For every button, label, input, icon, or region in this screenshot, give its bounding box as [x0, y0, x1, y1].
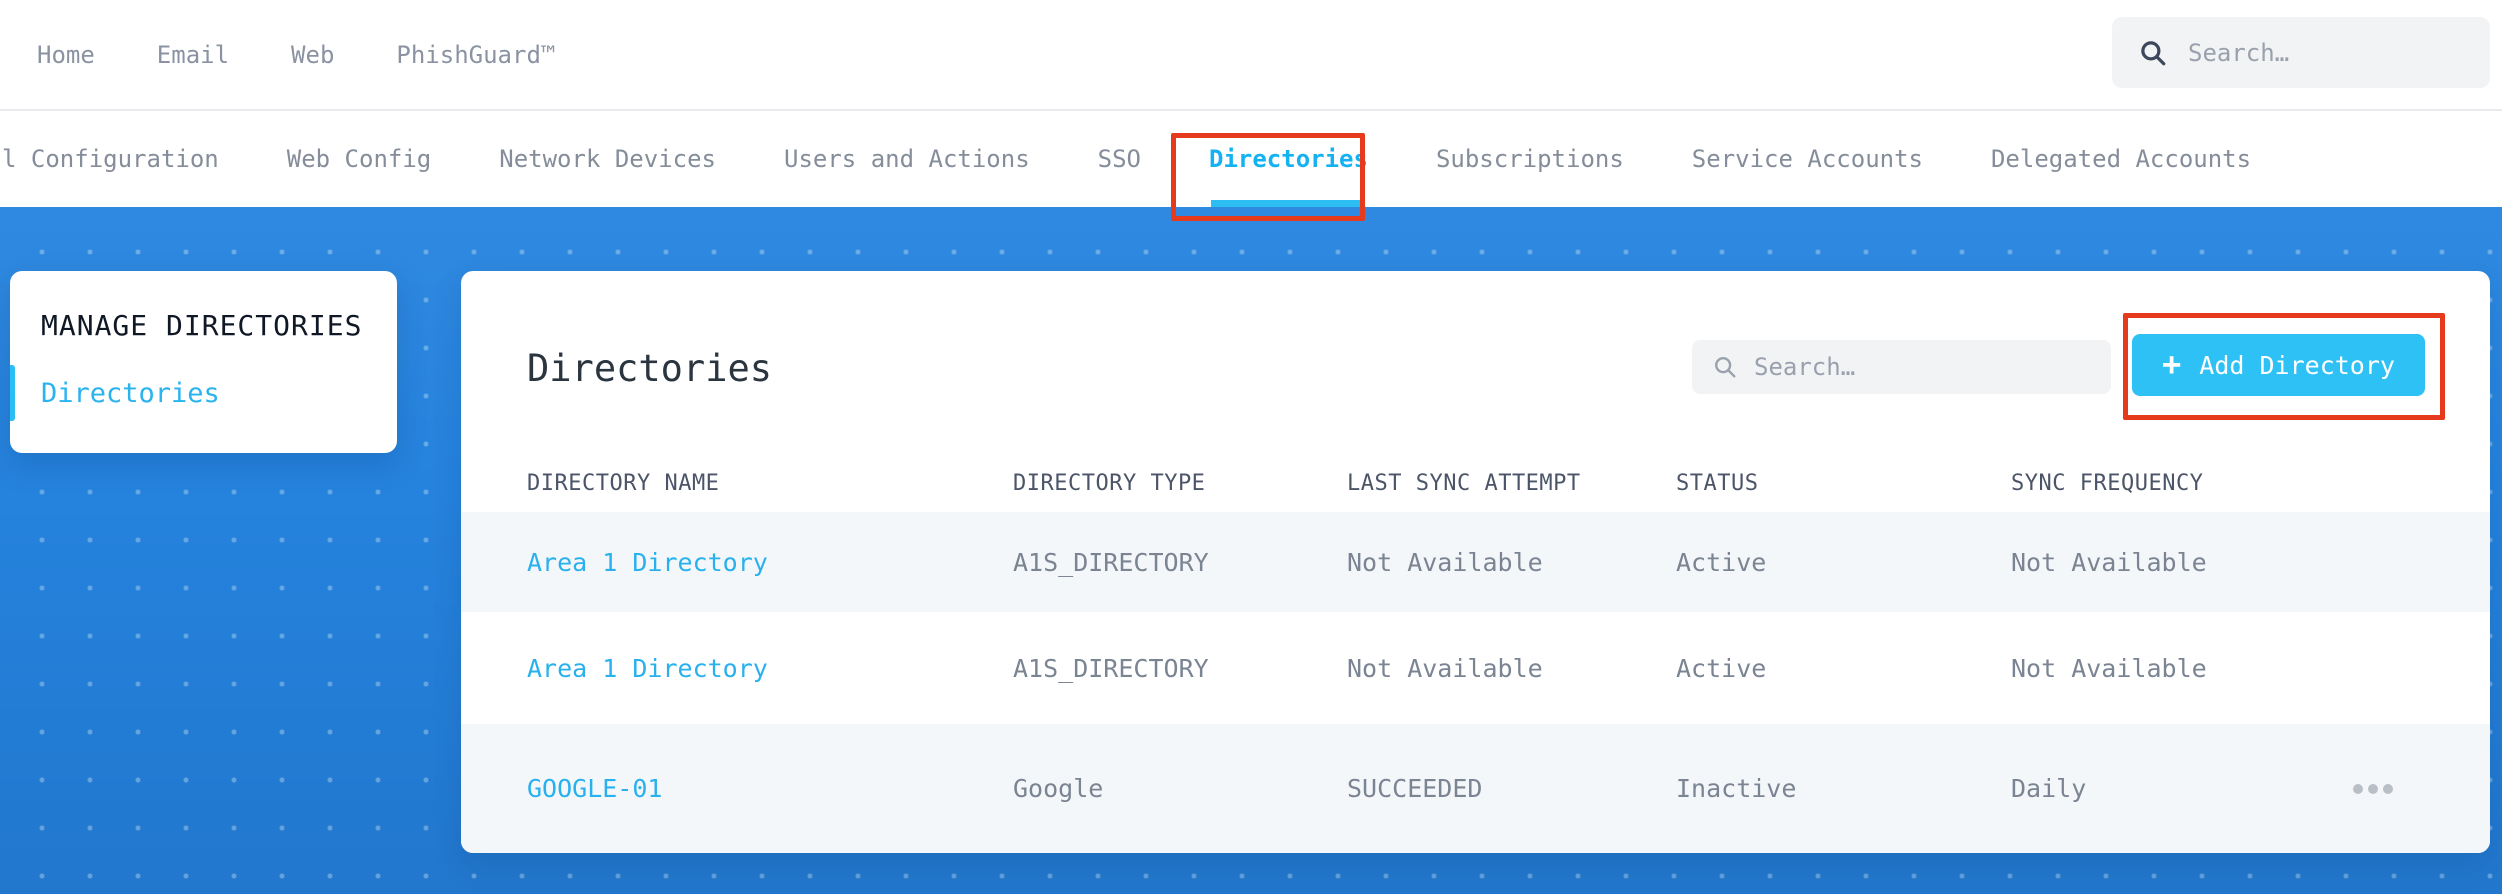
tab-network-devices[interactable]: Network Devices: [499, 111, 716, 207]
add-directory-label: Add Directory: [2199, 350, 2395, 380]
manage-directories-card: MANAGE DIRECTORIES Directories: [10, 271, 397, 453]
tab-delegated-accounts[interactable]: Delegated Accounts: [1991, 111, 2251, 207]
settings-tab-bar: l Configuration Web Config Network Devic…: [0, 111, 2502, 221]
nav-item-web[interactable]: Web: [291, 41, 334, 69]
table-row: GOOGLE-01 Google SUCCEEDED Inactive Dail…: [461, 724, 2490, 853]
last-sync-cell: SUCCEEDED: [1347, 774, 1483, 803]
directory-name-link[interactable]: GOOGLE-01: [527, 774, 1013, 803]
plus-icon: +: [2162, 344, 2182, 383]
sidebar-item-label: Directories: [41, 377, 220, 409]
directory-type-cell: A1S_DIRECTORY: [1013, 547, 1209, 577]
directories-table: DIRECTORY NAME DIRECTORY TYPE LAST SYNC …: [461, 455, 2490, 853]
sync-frequency-cell: Not Available: [2011, 547, 2207, 577]
search-icon: [1715, 357, 1736, 378]
directory-name-link[interactable]: Area 1 Directory: [527, 654, 1013, 683]
search-icon: [2141, 40, 2166, 65]
directories-card: Directories + Add Directory DIRECTORY NA…: [461, 271, 2490, 853]
tab-users-and-actions[interactable]: Users and Actions: [784, 111, 1030, 207]
page-title: Directories: [527, 347, 773, 390]
last-sync-cell: Not Available: [1347, 653, 1543, 683]
tab-sso[interactable]: SSO: [1098, 111, 1141, 207]
active-indicator-bar: [10, 365, 15, 421]
tab-subscriptions[interactable]: Subscriptions: [1436, 111, 1624, 207]
last-sync-cell: Not Available: [1347, 547, 1543, 577]
table-row: Area 1 Directory A1S_DIRECTORY Not Avail…: [461, 512, 2490, 612]
sidebar-title: MANAGE DIRECTORIES: [41, 309, 363, 342]
top-bar: Home Email Web PhishGuard™: [0, 0, 2502, 111]
column-header-status: STATUS: [1676, 471, 1759, 496]
column-header-directory-name: DIRECTORY NAME: [527, 471, 720, 496]
status-cell: Active: [1676, 653, 1767, 683]
row-menu-button[interactable]: [2352, 783, 2393, 794]
directory-type-cell: A1S_DIRECTORY: [1013, 653, 1209, 683]
directory-type-cell: Google: [1013, 774, 1104, 803]
primary-nav: Home Email Web PhishGuard™: [0, 41, 555, 69]
table-row: Area 1 Directory A1S_DIRECTORY Not Avail…: [461, 612, 2490, 724]
nav-item-home[interactable]: Home: [37, 41, 95, 69]
directories-search-input[interactable]: [1754, 353, 2074, 381]
nav-item-phishguard[interactable]: PhishGuard™: [396, 41, 555, 69]
status-cell: Active: [1676, 547, 1767, 577]
directories-search[interactable]: [1692, 340, 2111, 394]
status-cell: Inactive: [1676, 774, 1797, 803]
tab-directories[interactable]: Directories: [1209, 111, 1368, 207]
sync-frequency-cell: Not Available: [2011, 653, 2207, 683]
sync-frequency-cell: Daily: [2011, 774, 2087, 803]
tab-web-config[interactable]: Web Config: [287, 111, 432, 207]
tab-configuration[interactable]: l Configuration: [2, 111, 219, 207]
sidebar-item-directories[interactable]: Directories: [10, 365, 397, 421]
tab-service-accounts[interactable]: Service Accounts: [1692, 111, 1923, 207]
column-header-last-sync-attempt: LAST SYNC ATTEMPT: [1347, 471, 1581, 496]
directory-name-link[interactable]: Area 1 Directory: [527, 548, 1013, 577]
global-search[interactable]: [2112, 17, 2490, 88]
ellipsis-icon: [2352, 783, 2363, 794]
nav-item-email[interactable]: Email: [157, 41, 229, 69]
column-header-sync-frequency: SYNC FREQUENCY: [2011, 471, 2204, 496]
global-search-input[interactable]: [2188, 38, 2438, 67]
table-header-row: DIRECTORY NAME DIRECTORY TYPE LAST SYNC …: [461, 455, 2490, 512]
column-header-directory-type: DIRECTORY TYPE: [1013, 471, 1206, 496]
add-directory-button[interactable]: + Add Directory: [2132, 334, 2425, 396]
